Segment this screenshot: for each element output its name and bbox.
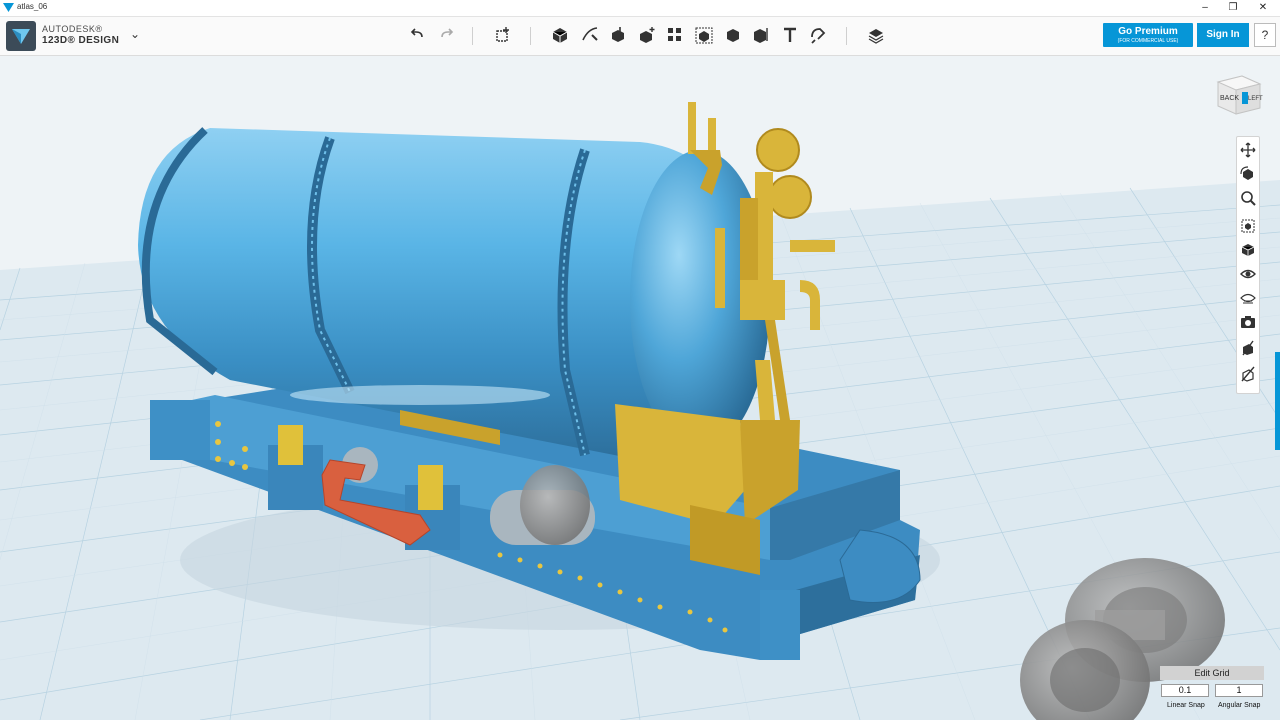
toolbar-separator xyxy=(846,27,847,45)
sign-in-button[interactable]: Sign In xyxy=(1197,23,1249,47)
linear-snap-label: Linear Snap xyxy=(1167,702,1205,709)
window-title: atlas_06 xyxy=(17,2,48,11)
toolbar-separator xyxy=(472,27,473,45)
close-button[interactable]: ✕ xyxy=(1248,0,1278,16)
zoom-icon[interactable] xyxy=(1239,189,1257,207)
3d-viewport[interactable]: BACK LEFT xyxy=(0,56,1280,720)
text-icon[interactable] xyxy=(780,25,800,45)
grouping-icon[interactable] xyxy=(694,25,714,45)
pattern-icon[interactable] xyxy=(665,25,685,45)
toolbar-separator xyxy=(530,27,531,45)
edit-grid-button[interactable]: Edit Grid xyxy=(1160,666,1264,680)
hide-all-icon[interactable] xyxy=(1239,365,1257,383)
scene-canvas[interactable] xyxy=(0,56,1280,720)
app-logo-icon xyxy=(3,3,14,12)
snap-icon[interactable] xyxy=(808,25,828,45)
view-cube[interactable]: BACK LEFT xyxy=(1212,70,1264,118)
window-titlebar: atlas_06 – ❐ ✕ xyxy=(0,0,1280,17)
sketch-icon[interactable] xyxy=(580,25,600,45)
orbit-icon[interactable] xyxy=(1239,165,1257,183)
help-button[interactable]: ? xyxy=(1254,23,1276,47)
navigation-bar xyxy=(1236,136,1260,394)
angular-snap-label: Angular Snap xyxy=(1218,702,1261,709)
linear-snap-input[interactable]: 0.1 xyxy=(1161,684,1209,697)
primitives-icon[interactable] xyxy=(550,25,570,45)
brand-company: AUTODESK® xyxy=(42,24,103,34)
measure-icon[interactable] xyxy=(751,25,771,45)
main-toolbar: AUTODESK® 123D® DESIGN ⌄ Go Premium (FOR… xyxy=(0,17,1280,56)
fit-icon[interactable] xyxy=(1239,217,1257,235)
edit-grid-panel: Edit Grid 0.1 1 Linear Snap Angular Snap xyxy=(1160,666,1264,720)
camera-icon[interactable] xyxy=(1239,313,1257,331)
maximize-button[interactable]: ❐ xyxy=(1218,0,1248,16)
view-icon[interactable] xyxy=(1239,241,1257,259)
viewcube-back-face: BACK xyxy=(1220,95,1239,102)
app-menu-chevron-icon[interactable]: ⌄ xyxy=(130,27,140,41)
visibility-icon[interactable] xyxy=(1239,265,1257,283)
pan-icon[interactable] xyxy=(1239,141,1257,159)
brand-product: 123D® DESIGN xyxy=(42,35,120,46)
viewcube-left-face: LEFT xyxy=(1248,96,1263,102)
minimize-button[interactable]: – xyxy=(1190,0,1220,16)
go-premium-sublabel: (FOR COMMERCIAL USE) xyxy=(1117,38,1179,44)
materials-outlines-icon[interactable] xyxy=(1239,289,1257,307)
angular-snap-input[interactable]: 1 xyxy=(1215,684,1263,697)
go-premium-label: Go Premium xyxy=(1118,26,1178,37)
combine-icon[interactable] xyxy=(723,25,743,45)
show-hide-icon[interactable] xyxy=(1239,339,1257,357)
inner-wheel xyxy=(520,465,590,545)
transform-icon[interactable] xyxy=(493,25,513,45)
app-logo-icon xyxy=(12,29,30,44)
material-icon[interactable] xyxy=(866,25,886,45)
app-menu-logo[interactable] xyxy=(6,21,36,51)
construct-icon[interactable] xyxy=(608,25,628,45)
redo-icon[interactable] xyxy=(436,25,456,45)
side-panel-tab[interactable] xyxy=(1275,352,1280,450)
undo-icon[interactable] xyxy=(408,25,428,45)
modify-icon[interactable] xyxy=(637,25,657,45)
go-premium-button[interactable]: Go Premium (FOR COMMERCIAL USE) xyxy=(1103,23,1193,47)
